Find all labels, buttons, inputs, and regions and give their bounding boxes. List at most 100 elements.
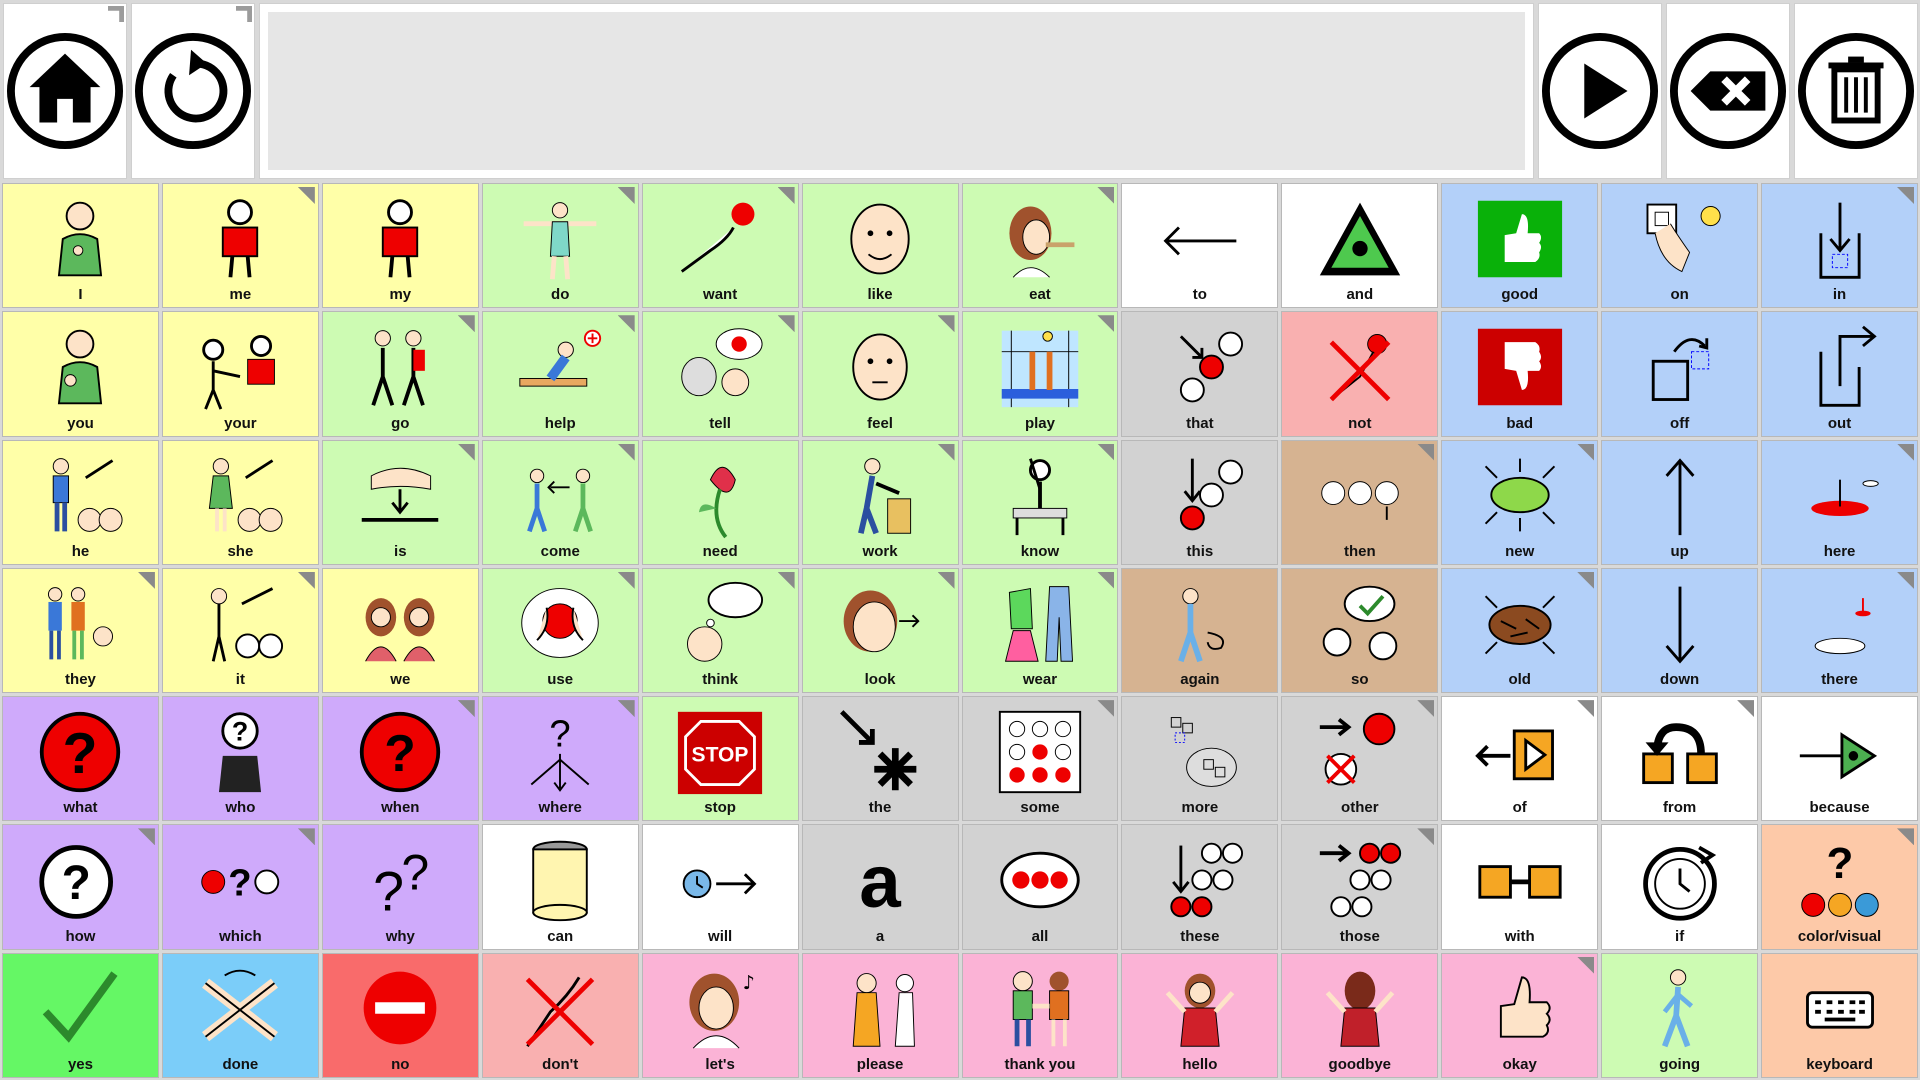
symbol-button-all[interactable]: all	[961, 824, 1119, 950]
symbol-button-of[interactable]: of	[1441, 696, 1599, 822]
symbol-button-what[interactable]: ? what	[2, 696, 159, 822]
color-visual-icon: ?	[1762, 825, 1917, 928]
clear-button[interactable]	[1794, 3, 1918, 179]
where-icon: ?	[483, 697, 638, 800]
symbol-button-they[interactable]: they	[2, 567, 159, 694]
symbol-button-good[interactable]: good	[1441, 183, 1599, 309]
symbol-button-how[interactable]: ? how	[2, 824, 159, 950]
please-icon	[803, 954, 958, 1057]
symbol-button-play[interactable]: play	[961, 311, 1119, 437]
symbol-button-hello[interactable]: hello	[1121, 952, 1279, 1078]
symbol-button-done[interactable]: done	[161, 952, 319, 1078]
symbol-button-the[interactable]: the	[801, 696, 959, 822]
symbol-button-when[interactable]: ? when	[321, 696, 479, 822]
symbol-button-down[interactable]: down	[1601, 567, 1759, 694]
symbol-button-please[interactable]: please	[801, 952, 959, 1078]
symbol-button-that[interactable]: that	[1121, 311, 1279, 437]
symbol-button-keyboard[interactable]: keyboard	[1761, 952, 1918, 1078]
symbol-button-can[interactable]: can	[481, 824, 639, 950]
symbol-button-on[interactable]: on	[1601, 183, 1759, 309]
symbol-button-will[interactable]: will	[641, 824, 799, 950]
speak-button[interactable]	[1538, 3, 1662, 179]
symbol-button-where[interactable]: ? where	[481, 696, 639, 822]
symbol-button-because[interactable]: because	[1761, 696, 1918, 822]
symbol-button-eat[interactable]: eat	[961, 183, 1119, 309]
symbol-button-here[interactable]: here	[1761, 439, 1918, 565]
symbol-button-which[interactable]: ? which	[161, 824, 319, 950]
symbol-button-work[interactable]: work	[801, 439, 959, 565]
symbol-button-he[interactable]: he	[2, 439, 159, 565]
symbol-button-and[interactable]: and	[1281, 183, 1439, 309]
toolbar	[0, 0, 1920, 180]
backspace-button[interactable]	[1666, 3, 1790, 179]
symbol-label: come	[540, 542, 580, 560]
if-clock-icon	[1602, 825, 1757, 928]
symbol-button-color-visual[interactable]: ? color/visual	[1761, 824, 1918, 950]
symbol-button-like[interactable]: like	[801, 183, 959, 309]
symbol-button-more[interactable]: more	[1121, 696, 1279, 822]
symbol-button-want[interactable]: want	[641, 183, 799, 309]
symbol-button-come[interactable]: come	[481, 439, 639, 565]
symbol-button-if[interactable]: if	[1601, 824, 1759, 950]
symbol-button-wear[interactable]: wear	[961, 567, 1119, 694]
symbol-button-look[interactable]: look	[801, 567, 959, 694]
symbol-button-know[interactable]: know	[961, 439, 1119, 565]
symbol-button-is[interactable]: is	[321, 439, 479, 565]
symbol-button-these[interactable]: these	[1121, 824, 1279, 950]
symbol-button-why[interactable]: ?? why	[321, 824, 479, 950]
message-bar[interactable]	[259, 3, 1534, 179]
symbol-button-there[interactable]: there	[1761, 567, 1918, 694]
symbol-button-need[interactable]: need	[641, 439, 799, 565]
symbol-button-thank-you[interactable]: thank you	[961, 952, 1119, 1078]
symbol-button-up[interactable]: up	[1601, 439, 1759, 565]
symbol-button-don-t[interactable]: don't	[481, 952, 639, 1078]
symbol-button-bad[interactable]: bad	[1441, 311, 1599, 437]
symbol-button-some[interactable]: some	[961, 696, 1119, 822]
symbol-button-off[interactable]: off	[1601, 311, 1759, 437]
symbol-button-again[interactable]: again	[1121, 567, 1279, 694]
symbol-button-from[interactable]: from	[1601, 696, 1759, 822]
symbol-button-tell[interactable]: tell	[641, 311, 799, 437]
symbol-button-no[interactable]: no	[321, 952, 479, 1078]
symbol-button-other[interactable]: other	[1281, 696, 1439, 822]
symbol-button-think[interactable]: think	[641, 567, 799, 694]
symbol-button-she[interactable]: she	[161, 439, 319, 565]
symbol-button-do[interactable]: do	[481, 183, 639, 309]
symbol-button-go[interactable]: go	[321, 311, 479, 437]
symbol-button-okay[interactable]: okay	[1441, 952, 1599, 1078]
home-button[interactable]	[3, 3, 127, 179]
symbol-button-your[interactable]: your	[161, 311, 319, 437]
symbol-button-new[interactable]: new	[1441, 439, 1599, 565]
symbol-button-going[interactable]: going	[1601, 952, 1759, 1078]
symbol-button-to[interactable]: to	[1121, 183, 1279, 309]
symbol-button-stop[interactable]: STOP stop	[641, 696, 799, 822]
symbol-button-me[interactable]: me	[161, 183, 319, 309]
symbol-button-you[interactable]: you	[2, 311, 159, 437]
here-icon	[1762, 441, 1917, 544]
symbol-button-who[interactable]: ? who	[161, 696, 319, 822]
symbol-button-not[interactable]: not	[1281, 311, 1439, 437]
symbol-button-with[interactable]: with	[1441, 824, 1599, 950]
symbol-button-old[interactable]: old	[1441, 567, 1599, 694]
symbol-button-yes[interactable]: yes	[2, 952, 159, 1078]
symbol-button-let-s[interactable]: ♪ let's	[641, 952, 799, 1078]
symbol-button-my[interactable]: my	[321, 183, 479, 309]
symbol-button-so[interactable]: so	[1281, 567, 1439, 694]
symbol-button-those[interactable]: those	[1281, 824, 1439, 950]
back-button[interactable]	[131, 3, 255, 179]
symbol-button-a[interactable]: aa	[801, 824, 959, 950]
flower-icon	[643, 441, 798, 544]
symbol-button-help[interactable]: help	[481, 311, 639, 437]
symbol-button-goodbye[interactable]: goodbye	[1281, 952, 1439, 1078]
symbol-button-then[interactable]: then	[1281, 439, 1439, 565]
symbol-button-out[interactable]: out	[1761, 311, 1918, 437]
symbol-button-we[interactable]: we	[321, 567, 479, 694]
symbol-button-in[interactable]: in	[1761, 183, 1918, 309]
symbol-button-use[interactable]: use	[481, 567, 639, 694]
symbol-button-it[interactable]: it	[161, 567, 319, 694]
svg-text:?: ?	[373, 861, 404, 923]
symbol-button-feel[interactable]: feel	[801, 311, 959, 437]
symbol-button-this[interactable]: this	[1121, 439, 1279, 565]
message-text[interactable]	[268, 12, 1525, 170]
symbol-button-i[interactable]: I	[2, 183, 159, 309]
